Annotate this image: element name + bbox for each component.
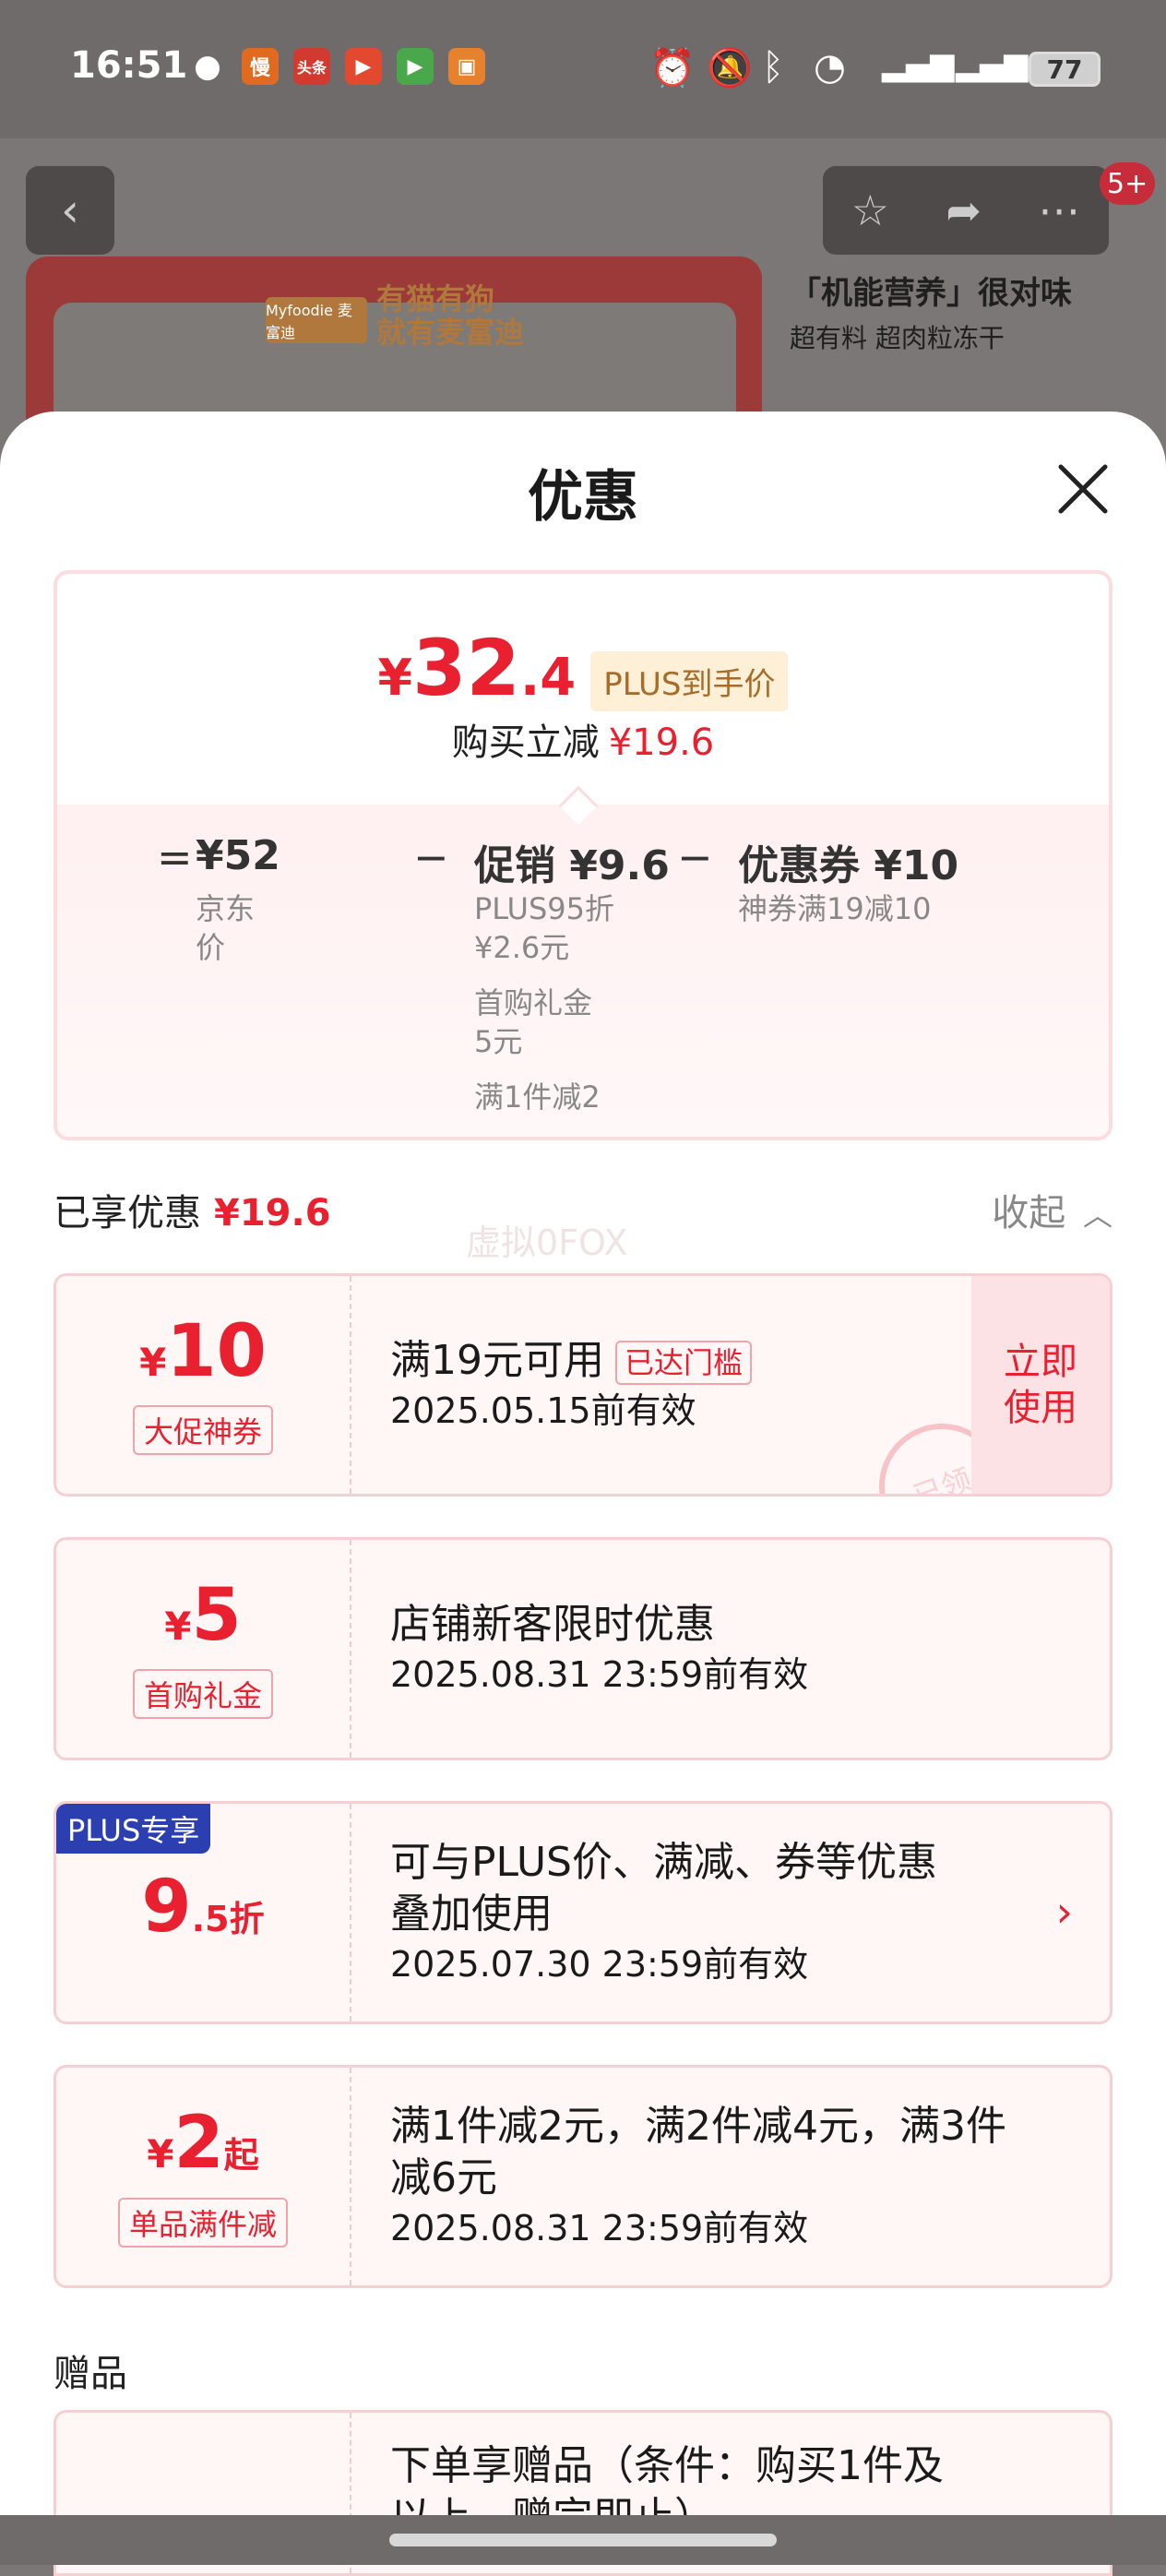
wifi-icon: ◔ bbox=[814, 46, 846, 89]
bluetooth-icon: ᛒ bbox=[762, 46, 784, 89]
jd-price-label: 京东 价 bbox=[196, 891, 256, 965]
coupon-card: ¥2起 单品满件减 满1件减2元，满2件减4元，满3件 减6元 2025.08.… bbox=[54, 2065, 1112, 2288]
promo-item: 满1件减2 bbox=[474, 1079, 601, 1115]
battery-icon: 77 bbox=[1029, 52, 1101, 87]
minus-sign: − bbox=[677, 832, 713, 882]
home-indicator[interactable] bbox=[389, 2534, 777, 2546]
coupon-type-tag: 单品满件减 bbox=[117, 2197, 288, 2248]
chevron-right-icon: › bbox=[1055, 1887, 1073, 1937]
offers-sheet: 优惠 ¥32.4 PLUS到手价 购买立减 ¥19.6 = ¥52 京东 价 − … bbox=[0, 411, 1166, 2576]
coupon-info: 可与PLUS价、满减、券等优惠 叠加使用 2025.07.30 23:59前有效 bbox=[390, 1804, 937, 2021]
brand-logo: Myfoodie 麦富迪 bbox=[266, 297, 367, 343]
coupon-amount-area: 9.5折 bbox=[56, 1804, 350, 2021]
signal-2g-icon: ▂▄▆ bbox=[882, 46, 955, 83]
coupon-validity: 2025.08.31 23:59前有效 bbox=[390, 2208, 809, 2248]
coupon-info: 满19元可用 已达门槛 2025.05.15前有效 bbox=[390, 1276, 753, 1494]
back-button[interactable]: ‹ bbox=[26, 166, 114, 255]
close-icon[interactable] bbox=[1053, 459, 1112, 519]
top-toolbar: ☆ ➦ ⋯ bbox=[823, 166, 1109, 255]
price-summary-card: ¥32.4 PLUS到手价 购买立减 ¥19.6 = ¥52 京东 价 − 促销 … bbox=[54, 570, 1112, 1140]
coupon-divider bbox=[350, 1804, 351, 2021]
jd-price: ¥52 bbox=[196, 832, 280, 879]
coupon-condition: 满1件减2元，满2件减4元，满3件 减6元 bbox=[390, 2103, 1006, 2201]
banner-slogan: 有猫有狗 就有麦富迪 bbox=[376, 281, 525, 350]
coupon-total: 优惠券 ¥10 bbox=[738, 842, 959, 889]
coupon-amount-area: ¥10 大促神券 bbox=[56, 1276, 350, 1494]
video-play-icon: ▶ bbox=[345, 48, 382, 85]
mute-icon: 🔕 bbox=[707, 47, 753, 89]
plus-discount-card[interactable]: PLUS专享 9.5折 可与PLUS价、满减、券等优惠 叠加使用 2025.07… bbox=[54, 1801, 1112, 2024]
gift-section-title: 赠品 bbox=[54, 2353, 127, 2395]
background-page: ‹ ☆ ➦ ⋯ 5+ 有猫有狗 就有麦富迪 Myfoodie 麦富迪 「机能营养… bbox=[0, 138, 1166, 469]
coupon-divider bbox=[350, 1276, 351, 1494]
photo-app-icon: ▣ bbox=[448, 48, 485, 85]
use-now-button[interactable]: 立即 使用 bbox=[971, 1276, 1110, 1494]
coupon-type-tag: 首购礼金 bbox=[132, 1669, 273, 1719]
coupon-sub: 神券满19减10 bbox=[738, 891, 932, 926]
more-icon[interactable]: ⋯ bbox=[1038, 185, 1080, 235]
equals-sign: = bbox=[157, 832, 193, 882]
coupon-type-tag: 大促神券 bbox=[132, 1405, 273, 1455]
coupon-amount-area: ¥2起 单品满件减 bbox=[56, 2068, 350, 2285]
coupon-amount: 9.5折 bbox=[141, 1865, 265, 1949]
chevron-up-icon: ︿ bbox=[1082, 1198, 1112, 1233]
wechat-icon: ● bbox=[194, 48, 221, 85]
promo-item: 首购礼金 5元 bbox=[474, 985, 593, 1059]
status-time: 16:51 bbox=[70, 44, 188, 87]
alarm-icon: ⏰ bbox=[649, 47, 696, 89]
man-app-icon: 慢 bbox=[242, 48, 279, 85]
coupon-divider bbox=[350, 1540, 351, 1758]
coupon-info: 店铺新客限时优惠 2025.08.31 23:59前有效 bbox=[390, 1540, 808, 1758]
side-promo-title: 「机能营养」很对味 bbox=[790, 275, 1072, 312]
notification-badge: 5+ bbox=[1100, 162, 1156, 205]
coupon-condition: 店铺新客限时优惠 bbox=[390, 1601, 715, 1648]
coupon-card: ¥10 大促神券 满19元可用 已达门槛 2025.05.15前有效 已领 立即 … bbox=[54, 1273, 1112, 1497]
green-video-icon: ▶ bbox=[397, 48, 434, 85]
sheet-title: 优惠 bbox=[528, 465, 638, 530]
coupon-amount: ¥2起 bbox=[147, 2101, 259, 2185]
side-promo-subtitle: 超有料 超肉粒冻干 bbox=[790, 323, 1005, 353]
final-price: ¥32.4 bbox=[377, 623, 577, 713]
reduce-row: 购买立减 ¥19.6 bbox=[57, 712, 1109, 766]
coupon-amount: ¥10 bbox=[139, 1310, 267, 1393]
promo-item: PLUS95折 ¥2.6元 bbox=[474, 891, 614, 965]
star-icon[interactable]: ☆ bbox=[851, 185, 889, 235]
promo-total: 促销 ¥9.6 bbox=[474, 842, 670, 889]
coupon-amount-area: ¥5 首购礼金 bbox=[56, 1540, 350, 1758]
status-bar: 16:51 ● 慢 头条 ▶ ▶ ▣ ⏰ 🔕 ᛒ ◔ ▂▄▆ ▂▄▆ 77 bbox=[0, 0, 1166, 138]
coupon-amount: ¥5 bbox=[164, 1574, 242, 1657]
side-promo[interactable]: 「机能营养」很对味 超有料 超肉粒冻干 bbox=[790, 268, 1072, 355]
coupon-validity: 2025.07.30 23:59前有效 bbox=[390, 1944, 809, 1985]
enjoyed-discount: 已享优惠 ¥19.6 bbox=[54, 1192, 331, 1234]
minus-sign: − bbox=[413, 832, 449, 882]
threshold-reached-badge: 已达门槛 bbox=[615, 1341, 753, 1385]
signal-4g-icon: ▂▄▆ bbox=[956, 46, 1029, 83]
reduce-label: 购买立减 bbox=[451, 722, 600, 764]
coupon-divider bbox=[350, 2068, 351, 2285]
coupon-info: 满1件减2元，满2件减4元，满3件 减6元 2025.08.31 23:59前有… bbox=[390, 2068, 1006, 2285]
plus-price-tag: PLUS到手价 bbox=[590, 651, 789, 711]
coupon-validity: 2025.05.15前有效 bbox=[390, 1390, 696, 1431]
gesture-nav-bar bbox=[0, 2515, 1166, 2565]
chevron-left-icon: ‹ bbox=[61, 184, 79, 237]
coupon-card: ¥5 首购礼金 店铺新客限时优惠 2025.08.31 23:59前有效 bbox=[54, 1537, 1112, 1760]
coupon-condition: 可与PLUS价、满减、券等优惠 叠加使用 bbox=[390, 1839, 937, 1938]
toutiao-icon: 头条 bbox=[293, 48, 330, 85]
reduce-amount: ¥19.6 bbox=[608, 722, 715, 764]
coupon-condition: 满19元可用 bbox=[390, 1337, 604, 1384]
watermark: 虚拟0FOX bbox=[466, 1222, 628, 1263]
share-icon[interactable]: ➦ bbox=[946, 185, 982, 235]
coupon-validity: 2025.08.31 23:59前有效 bbox=[390, 1654, 809, 1695]
collapse-button[interactable]: 收起 ︿ bbox=[992, 1183, 1112, 1236]
final-price-row: ¥32.4 PLUS到手价 bbox=[57, 629, 1109, 717]
